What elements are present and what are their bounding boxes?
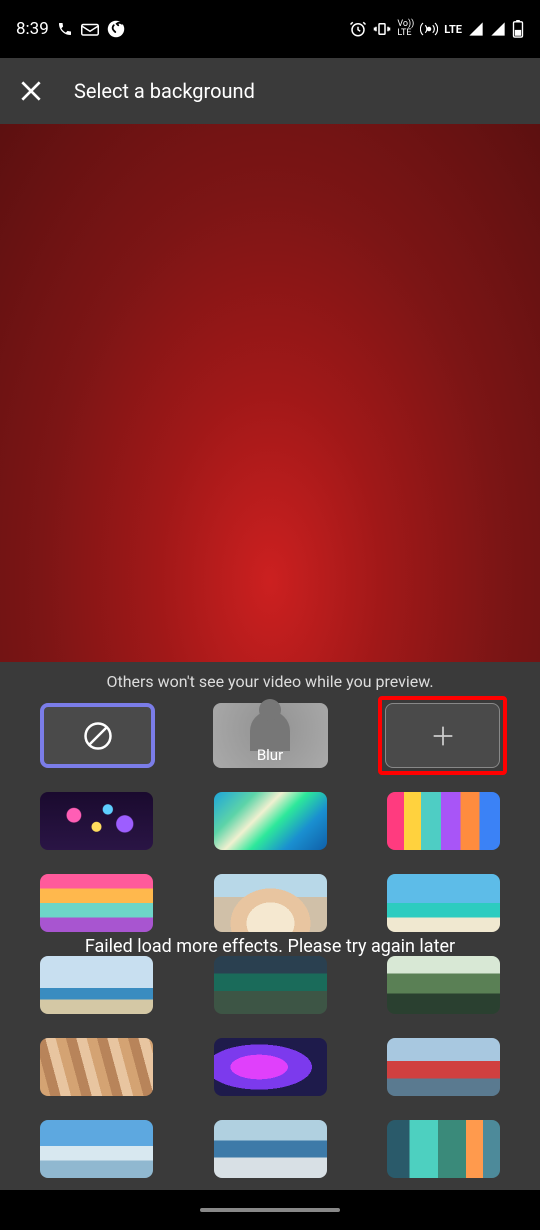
nav-handle[interactable]: [200, 1208, 340, 1212]
background-thumb[interactable]: [214, 956, 327, 1014]
thumb-row-2: [40, 874, 500, 932]
thumb-row-1: [40, 792, 500, 850]
voicemail-icon: [81, 22, 99, 36]
status-left: 8:39: [16, 19, 125, 39]
person-silhouette-icon: [250, 711, 290, 751]
signal-icon-1: [468, 21, 484, 37]
system-nav-bar: [0, 1190, 540, 1230]
background-thumb[interactable]: [387, 1038, 500, 1096]
background-thumb[interactable]: [40, 1038, 153, 1096]
shazam-icon: [107, 20, 125, 38]
phone-icon: [57, 21, 73, 37]
video-preview: [0, 124, 540, 662]
app-header: Select a background: [0, 58, 540, 124]
background-thumb[interactable]: [214, 1038, 327, 1096]
signal-icon-2: [490, 21, 506, 37]
background-thumb[interactable]: [387, 874, 500, 932]
none-background-option[interactable]: [40, 703, 155, 768]
add-background-option[interactable]: [385, 703, 500, 768]
vibrate-icon: [373, 20, 391, 38]
error-message: Failed load more effects. Please try aga…: [0, 936, 540, 957]
status-right: Vo))LTE LTE: [349, 20, 524, 38]
background-thumb[interactable]: [40, 792, 153, 850]
effects-panel: Others won't see your video while you pr…: [0, 662, 540, 1198]
blur-background-option[interactable]: Blur: [213, 703, 328, 768]
background-thumb[interactable]: [40, 956, 153, 1014]
background-thumb[interactable]: [40, 874, 153, 932]
thumb-row-4: [40, 1038, 500, 1096]
alarm-icon: [349, 20, 367, 38]
battery-icon: [512, 20, 524, 38]
background-thumb[interactable]: [214, 874, 327, 932]
background-thumb[interactable]: [40, 1120, 153, 1178]
page-title: Select a background: [74, 79, 255, 103]
none-icon: [83, 721, 113, 751]
hotspot-icon: [420, 20, 438, 38]
background-thumb[interactable]: [387, 1120, 500, 1178]
volte-icon: Vo))LTE: [397, 20, 414, 38]
background-thumb[interactable]: [214, 792, 327, 850]
close-icon[interactable]: [18, 78, 44, 104]
preview-hint: Others won't see your video while you pr…: [0, 662, 540, 703]
status-time: 8:39: [16, 19, 49, 39]
background-thumb[interactable]: [387, 792, 500, 850]
thumb-row-3: [40, 956, 500, 1014]
thumb-row-5: [40, 1120, 500, 1178]
background-thumb[interactable]: [387, 956, 500, 1014]
background-thumb[interactable]: [214, 1120, 327, 1178]
blur-label: Blur: [257, 746, 283, 764]
status-bar: 8:39 Vo))LTE LTE: [0, 0, 540, 58]
lte-label: LTE: [444, 24, 462, 35]
plus-icon: [429, 722, 457, 750]
